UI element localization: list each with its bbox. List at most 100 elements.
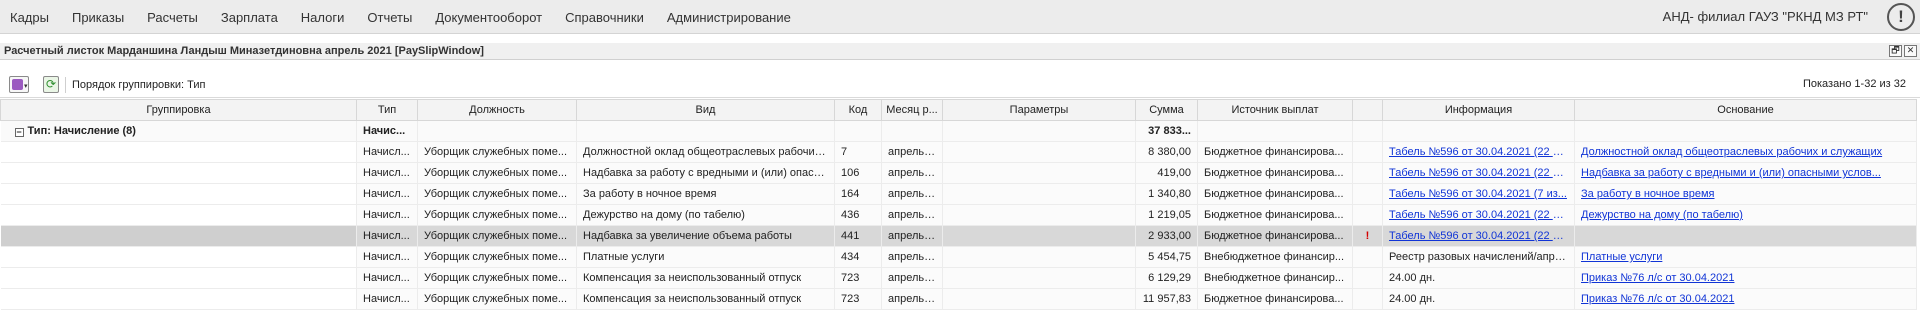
- cell-info-link[interactable]: Табель №596 от 30.04.2021 (22 и...: [1382, 162, 1575, 184]
- cell-sum: 5 454,75: [1135, 246, 1198, 268]
- group-type: Начис...: [356, 120, 418, 142]
- warning-flag-icon: !: [1352, 225, 1383, 247]
- cell-basis-link[interactable]: Приказ №76 л/с от 30.04.2021: [1574, 267, 1917, 289]
- menu-item-zarplata[interactable]: Зарплата: [221, 10, 278, 25]
- cell-kind: Дежурство на дому (по табелю): [576, 204, 835, 226]
- top-menu-bar: Кадры Приказы Расчеты Зарплата Налоги От…: [0, 0, 1920, 34]
- cell-source: Внебюджетное финансир...: [1197, 246, 1353, 268]
- cell-source: Бюджетное финансирова...: [1197, 141, 1353, 163]
- cell-flag: [1352, 162, 1383, 184]
- cell-info: 24.00 дн.: [1382, 267, 1575, 289]
- col-header-source[interactable]: Источник выплат: [1197, 99, 1353, 121]
- menu-item-prikazy[interactable]: Приказы: [72, 10, 124, 25]
- cell-position: Уборщик служебных поме...: [417, 267, 577, 289]
- organization-name: АНД- филиал ГАУЗ "РКНД МЗ РТ": [1662, 9, 1868, 24]
- cell-basis-link[interactable]: Дежурство на дому (по табелю): [1574, 204, 1917, 226]
- table-row[interactable]: Начисл... Уборщик служебных поме... Надб…: [0, 162, 1917, 184]
- cell-code: 441: [834, 225, 882, 247]
- menu-item-nalogi[interactable]: Налоги: [301, 10, 345, 25]
- group-row[interactable]: − Тип: Начисление (8) Начис... 37 833...: [0, 120, 1917, 142]
- cell-kind: Надбавка за увеличение объема работы: [576, 225, 835, 247]
- col-header-month[interactable]: Месяц р...: [881, 99, 943, 121]
- cell-kind: Компенсация за неиспользованный отпуск: [576, 267, 835, 289]
- table-row[interactable]: Начисл... Уборщик служебных поме... Дежу…: [0, 204, 1917, 226]
- table-row[interactable]: Начисл... Уборщик служебных поме... За р…: [0, 183, 1917, 205]
- cell-params: [942, 246, 1136, 268]
- grouping-order[interactable]: Порядок группировки: Тип: [72, 79, 205, 91]
- main-menu: Кадры Приказы Расчеты Зарплата Налоги От…: [0, 0, 804, 34]
- cell-basis-link[interactable]: Платные услуги: [1574, 246, 1917, 268]
- cell-code: 7: [834, 141, 882, 163]
- col-header-grouping[interactable]: Группировка: [0, 99, 357, 121]
- cell-type: Начисл...: [356, 288, 418, 310]
- cell-month: апрель(...: [881, 225, 943, 247]
- cell-basis-link[interactable]: Надбавка за работу с вредными и (или) оп…: [1574, 162, 1917, 184]
- cell-month: апрель(...: [881, 246, 943, 268]
- cell-type: Начисл...: [356, 267, 418, 289]
- window-title: Расчетный листок Марданшина Ландыш Миназ…: [4, 45, 484, 57]
- close-window-icon[interactable]: ✕: [1904, 45, 1917, 57]
- cell-month: апрель(...: [881, 267, 943, 289]
- cell-month: апрель(...: [881, 183, 943, 205]
- col-header-type[interactable]: Тип: [356, 99, 418, 121]
- col-header-flag[interactable]: [1352, 99, 1383, 121]
- toolbar-divider: [65, 77, 66, 93]
- cell-flag: [1352, 288, 1383, 310]
- cell-flag: [1352, 141, 1383, 163]
- table-row-selected[interactable]: Начисл... Уборщик служебных поме... Надб…: [0, 225, 1917, 247]
- cell-basis-link[interactable]: Приказ №76 л/с от 30.04.2021: [1574, 288, 1917, 310]
- disk-icon: [12, 79, 23, 90]
- header-row: Группировка Тип Должность Вид Код Месяц …: [0, 99, 1917, 121]
- cell-kind: Платные услуги: [576, 246, 835, 268]
- menu-item-dokumentooborot[interactable]: Документооборот: [435, 10, 542, 25]
- col-header-sum[interactable]: Сумма: [1135, 99, 1198, 121]
- records-count: Показано 1-32 из 32: [1802, 78, 1906, 90]
- cell-basis-link[interactable]: За работу в ночное время: [1574, 183, 1917, 205]
- cell-kind: За работу в ночное время: [576, 183, 835, 205]
- export-menu-button[interactable]: ▾: [9, 76, 29, 93]
- cell-info-link[interactable]: Табель №596 от 30.04.2021 (22 и...: [1382, 204, 1575, 226]
- grouping-value[interactable]: Тип: [187, 79, 205, 91]
- collapse-icon[interactable]: −: [14, 128, 24, 137]
- cell-month: апрель(...: [881, 162, 943, 184]
- cell-type: Начисл...: [356, 183, 418, 205]
- cell-code: 723: [834, 288, 882, 310]
- table-row[interactable]: Начисл... Уборщик служебных поме... Комп…: [0, 288, 1917, 310]
- cell-params: [942, 225, 1136, 247]
- cell-info-link[interactable]: Табель №596 от 30.04.2021 (22 и...: [1382, 141, 1575, 163]
- cell-info-link[interactable]: Табель №596 от 30.04.2021 (7 из...: [1382, 183, 1575, 205]
- cell-position: Уборщик служебных поме...: [417, 288, 577, 310]
- cell-source: Бюджетное финансирова...: [1197, 288, 1353, 310]
- col-header-code[interactable]: Код: [834, 99, 882, 121]
- notification-icon[interactable]: !: [1887, 3, 1915, 31]
- menu-item-raschety[interactable]: Расчеты: [147, 10, 198, 25]
- menu-item-otchety[interactable]: Отчеты: [367, 10, 412, 25]
- col-header-info[interactable]: Информация: [1382, 99, 1575, 121]
- restore-window-icon[interactable]: 🗗: [1889, 45, 1902, 57]
- cell-position: Уборщик служебных поме...: [417, 204, 577, 226]
- table-row[interactable]: Начисл... Уборщик служебных поме... Комп…: [0, 267, 1917, 289]
- table-row[interactable]: Начисл... Уборщик служебных поме... Плат…: [0, 246, 1917, 268]
- col-header-params[interactable]: Параметры: [942, 99, 1136, 121]
- col-header-kind[interactable]: Вид: [576, 99, 835, 121]
- col-header-basis[interactable]: Основание: [1574, 99, 1917, 121]
- cell-month: апрель(...: [881, 141, 943, 163]
- refresh-icon[interactable]: ⟳: [43, 76, 59, 93]
- cell-basis-link[interactable]: Должностной оклад общеотраслевых рабочих…: [1574, 141, 1917, 163]
- col-header-position[interactable]: Должность: [417, 99, 577, 121]
- table-row[interactable]: Начисл... Уборщик служебных поме... Долж…: [0, 141, 1917, 163]
- cell-type: Начисл...: [356, 225, 418, 247]
- cell-type: Начисл...: [356, 141, 418, 163]
- menu-item-spravochniki[interactable]: Справочники: [565, 10, 644, 25]
- cell-source: Бюджетное финансирова...: [1197, 183, 1353, 205]
- cell-info-link[interactable]: Табель №596 от 30.04.2021 (22 и...: [1382, 225, 1575, 247]
- group-label[interactable]: − Тип: Начисление (8): [0, 120, 357, 142]
- cell-source: Бюджетное финансирова...: [1197, 225, 1353, 247]
- cell-sum: 8 380,00: [1135, 141, 1198, 163]
- cell-basis-link[interactable]: [1574, 225, 1917, 247]
- group-title: Тип: Начисление (8): [27, 125, 136, 137]
- grouping-label: Порядок группировки:: [72, 79, 185, 91]
- cell-position: Уборщик служебных поме...: [417, 225, 577, 247]
- menu-item-administrirovanie[interactable]: Администрирование: [667, 10, 791, 25]
- menu-item-kadry[interactable]: Кадры: [10, 10, 49, 25]
